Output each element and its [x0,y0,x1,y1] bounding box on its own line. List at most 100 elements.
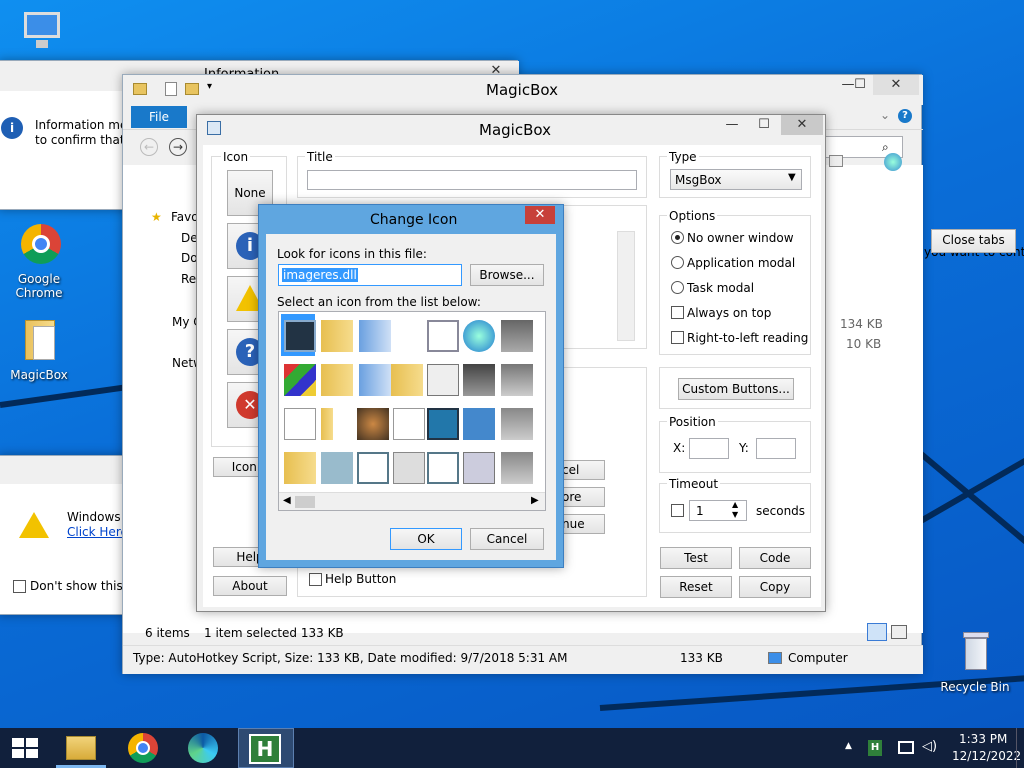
blank-page-icon[interactable] [284,408,316,440]
icon-list-scrollbar[interactable]: ◀ ▶ [279,492,545,510]
warning-icon [19,512,49,538]
custom-buttons-button[interactable]: Custom Buttons... [678,378,794,400]
about-button[interactable]: About [213,576,287,596]
folder-icon[interactable] [284,452,316,484]
taskbar-chrome[interactable] [120,728,168,768]
spin-up-icon[interactable]: ▲ [732,500,738,509]
new-folder-icon[interactable] [185,83,199,95]
maximize-icon[interactable]: ☐ [847,75,873,95]
network-icon[interactable] [898,741,914,754]
forward-icon[interactable]: → [169,138,187,156]
show-hidden-icons-icon[interactable]: ▲ [845,741,852,751]
taskbar-edge[interactable] [180,728,228,768]
y-input[interactable] [756,438,796,459]
change-icon-dialog[interactable]: Change Icon ✕ Look for icons in this fil… [258,204,564,568]
floppy-icon[interactable] [463,452,495,484]
close-icon[interactable]: ✕ [781,115,823,135]
start-button[interactable] [0,728,48,768]
blank-doc-icon[interactable] [359,320,391,352]
qat-dropdown-icon[interactable]: ▾ [207,81,212,92]
film-icon[interactable] [427,408,459,440]
mail-icon[interactable] [393,452,425,484]
scroll-thumb[interactable] [295,496,315,508]
shield-icon[interactable] [284,364,316,396]
radio-no-owner[interactable] [671,231,684,244]
radio-application-modal[interactable] [671,256,684,269]
spin-down-icon[interactable]: ▼ [732,510,738,519]
desktop-icon-magicbox[interactable]: MagicBox [0,318,79,382]
cancel-button[interactable]: Cancel [470,528,544,550]
drive-icon[interactable] [501,452,533,484]
always-on-top-checkbox[interactable] [671,306,684,319]
folder-icon[interactable] [321,408,333,440]
network-globe-icon[interactable] [463,320,495,352]
search-folder-icon[interactable] [391,364,423,396]
file-tab[interactable]: File [131,106,187,128]
text-doc-icon[interactable] [393,408,425,440]
change-icon-title: Change Icon [370,212,458,228]
control-panel-icon[interactable] [463,408,495,440]
autohotkey-tray-icon[interactable]: H [868,740,882,756]
type-select[interactable]: MsgBox ▼ [670,169,802,190]
dont-show-checkbox[interactable] [13,580,26,593]
test-button[interactable]: Test [660,547,732,569]
icon-list[interactable]: ◀ ▶ [278,311,546,511]
keyboard-icon[interactable] [427,364,459,396]
icon-file-input[interactable]: imageres.dll [278,264,462,286]
chess-icon[interactable] [357,408,389,440]
taskbar-explorer[interactable] [56,728,106,768]
properties-icon[interactable] [165,82,177,96]
title-input[interactable] [307,170,637,190]
monitor-icon[interactable] [284,320,316,352]
nav-item[interactable]: Favo [171,210,199,224]
disc-drive-icon[interactable] [501,364,533,396]
ok-button[interactable]: OK [390,528,462,550]
browse-button[interactable]: Browse... [470,264,544,286]
code-button[interactable]: Code [739,547,811,569]
timeout-checkbox[interactable] [671,504,684,517]
desktop-icon-this-pc[interactable] [0,8,80,58]
collapse-ribbon-icon[interactable]: ⌄ [880,108,890,122]
drive-remove-icon[interactable] [501,408,533,440]
help-button-checkbox[interactable] [309,573,322,586]
drive-icon[interactable] [501,320,533,352]
details-view-icon[interactable] [867,623,887,641]
folder-icon[interactable] [321,364,353,396]
close-icon[interactable]: ✕ [525,206,555,224]
folder-icon[interactable] [321,320,353,352]
search-doc-icon[interactable] [321,452,353,484]
close-icon[interactable]: ✕ [873,75,919,95]
taskbar-autohotkey[interactable]: H [238,728,294,768]
desktop-icon-recycle-bin[interactable]: Recycle Bin [935,630,1015,694]
clock-date[interactable]: 12/12/2022 [952,749,1021,763]
scroll-left-icon[interactable]: ◀ [283,495,291,506]
large-icons-view-icon[interactable] [891,625,907,639]
clock-time[interactable]: 1:33 PM [959,732,1007,746]
copy-button[interactable]: Copy [739,576,811,598]
maximize-icon[interactable]: ☐ [749,115,779,135]
click-here-link[interactable]: Click Here [67,525,128,539]
help-icon[interactable]: ? [898,109,912,123]
show-desktop-button[interactable] [1016,728,1024,768]
nav-item[interactable]: Re [181,272,196,286]
rtl-reading-checkbox[interactable] [671,331,684,344]
window-check-icon[interactable] [427,452,459,484]
desktop-icon-chrome[interactable]: Google Chrome [0,222,79,300]
window-icon[interactable] [357,452,389,484]
printer-icon[interactable] [463,364,495,396]
scroll-right-icon[interactable]: ▶ [531,495,539,506]
volume-icon[interactable]: ◁) [922,739,937,754]
text-scrollbar[interactable] [617,231,635,341]
partial-ignore-button[interactable]: ore [557,487,605,507]
minimize-icon[interactable]: — [717,115,747,135]
partial-continue-button[interactable]: nue [557,514,605,534]
partial-cancel-button[interactable]: cel [557,460,605,480]
timeout-spinner[interactable]: 1 ▲ ▼ [689,500,747,521]
back-icon[interactable]: ← [140,138,158,156]
picture-icon[interactable] [427,320,459,352]
reset-button[interactable]: Reset [660,576,732,598]
doc-icon[interactable] [359,364,391,396]
x-input[interactable] [689,438,729,459]
close-tabs-button[interactable]: Close tabs [931,229,1016,253]
radio-task-modal[interactable] [671,281,684,294]
